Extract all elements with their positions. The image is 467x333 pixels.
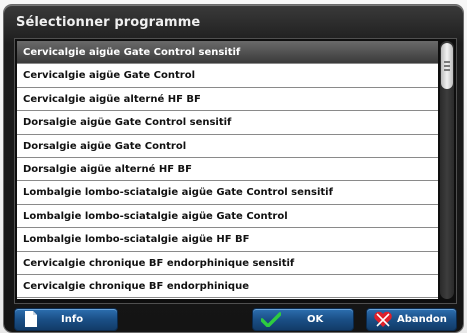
program-row[interactable]: Dorsalgie aigüe alterné HF BF bbox=[17, 158, 438, 182]
program-list-frame: Cervicalgie aigüe Gate Control sensitif … bbox=[14, 38, 457, 304]
dialog-title: Sélectionner programme bbox=[16, 15, 201, 30]
program-row[interactable]: Lombalgie lombo-sciatalgie aigüe Gate Co… bbox=[17, 205, 438, 229]
program-row[interactable]: Cervicalgie chronique BF endorphinique bbox=[17, 275, 438, 299]
program-row[interactable]: Dorsalgie aigüe Gate Control bbox=[17, 135, 438, 158]
program-row[interactable]: Lombalgie lombo-sciatalgie aigüe HF BF bbox=[17, 228, 438, 252]
abandon-label: Abandon bbox=[397, 314, 447, 325]
ok-label: OK bbox=[307, 314, 324, 325]
program-row[interactable]: Lombalgie lombo-sciatalgie aigüe Gate Co… bbox=[17, 181, 438, 205]
program-row[interactable]: Cervicalgie aigüe Gate Control bbox=[17, 64, 438, 88]
button-bar: Info OK Abandon bbox=[14, 308, 457, 331]
abandon-button[interactable]: Abandon bbox=[366, 308, 457, 331]
info-label: Info bbox=[61, 314, 84, 325]
heart-cross-icon bbox=[374, 311, 392, 327]
screen: Sélectionner programme Cervicalgie aigüe… bbox=[0, 0, 467, 333]
scrollbar-thumb[interactable] bbox=[441, 43, 453, 89]
document-icon bbox=[25, 311, 37, 327]
grip-line bbox=[444, 65, 450, 67]
program-row[interactable]: Dorsalgie aigüe Gate Control sensitif bbox=[17, 111, 438, 135]
program-row[interactable]: Cervicalgie aigüe Gate Control sensitif bbox=[17, 41, 438, 65]
program-row[interactable]: Cervicalgie chronique BF endorphinique s… bbox=[17, 252, 438, 275]
program-list[interactable]: Cervicalgie aigüe Gate Control sensitif … bbox=[17, 41, 438, 299]
grip-line bbox=[444, 69, 450, 71]
checkmark-icon bbox=[261, 312, 281, 327]
program-select-dialog: Sélectionner programme Cervicalgie aigüe… bbox=[4, 5, 463, 332]
ok-button[interactable]: OK bbox=[252, 308, 354, 331]
info-button[interactable]: Info bbox=[14, 308, 118, 331]
list-scrollbar[interactable] bbox=[440, 41, 454, 299]
program-row[interactable]: Cervicalgie aigüe alterné HF BF bbox=[17, 88, 438, 112]
grip-line bbox=[444, 61, 450, 63]
